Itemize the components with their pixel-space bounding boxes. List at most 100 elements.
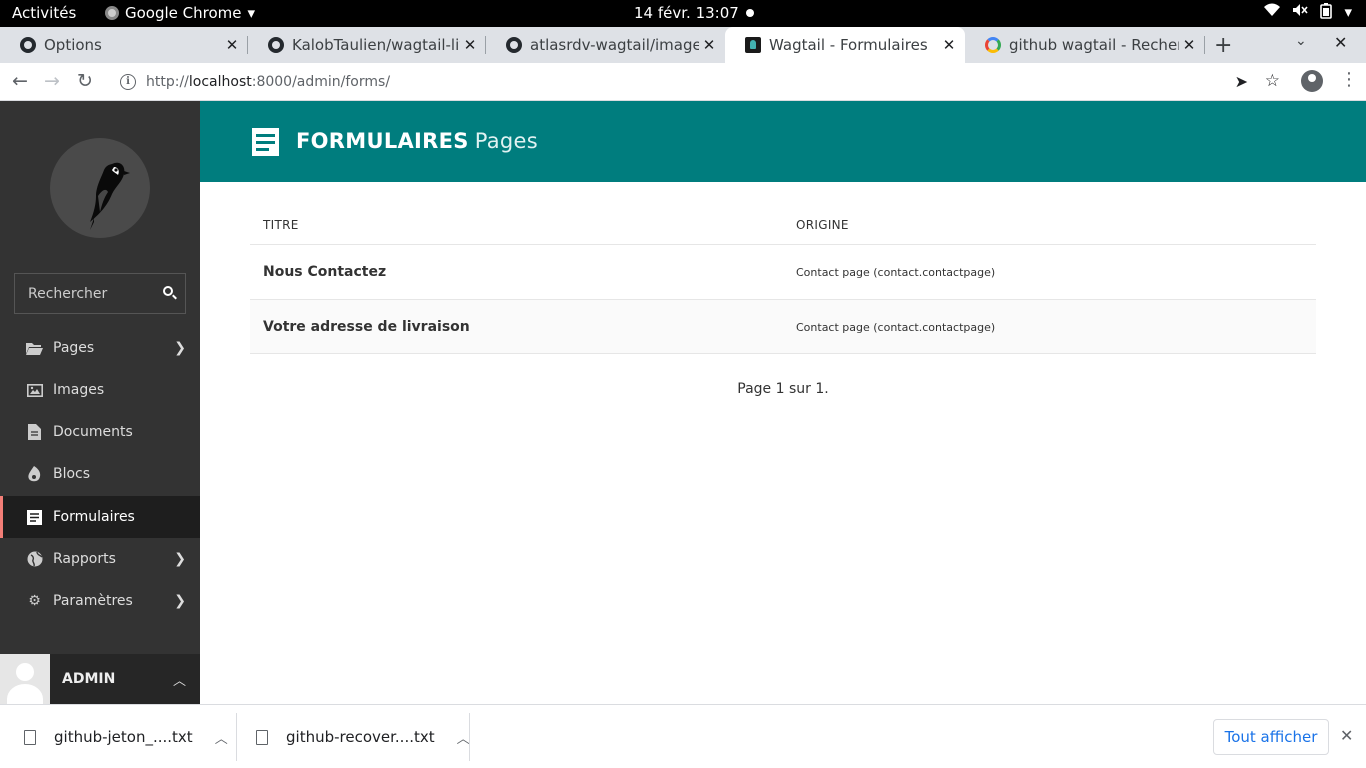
power-menu-chevron-icon: ▾ — [1344, 3, 1352, 21]
sidebar-item-label: Formulaires — [53, 509, 135, 525]
url-host: localhost — [188, 74, 252, 90]
download-shelf: github-jeton_....txt ︿ github-recover...… — [0, 704, 1366, 768]
reload-button[interactable]: ↻ — [77, 70, 93, 92]
github-icon — [268, 37, 284, 53]
file-icon — [24, 729, 36, 745]
sidebar-item-pages[interactable]: Pages ❯ — [0, 327, 200, 369]
download-item[interactable]: github-recover....txt ︿ — [256, 705, 470, 768]
forward-button[interactable]: → — [44, 70, 60, 92]
search-icon[interactable] — [163, 286, 173, 296]
app-name: Google Chrome — [125, 4, 242, 22]
table-row: Votre adresse de livraison Contact page … — [250, 299, 1316, 354]
system-tray[interactable]: ▾ — [1264, 3, 1352, 23]
chevron-up-icon[interactable]: ︿ — [457, 728, 470, 747]
close-icon[interactable]: ✕ — [460, 36, 480, 54]
browser-toolbar: ← → ↻ i http://localhost:8000/admin/form… — [0, 63, 1366, 101]
sidebar-item-documents[interactable]: Documents — [0, 411, 200, 453]
column-header-origine: ORIGINE — [796, 218, 849, 232]
close-icon[interactable]: ✕ — [1179, 36, 1199, 54]
download-filename: github-recover....txt — [286, 728, 435, 746]
back-button[interactable]: ← — [12, 70, 28, 92]
sidebar-item-label: Paramètres — [53, 593, 133, 609]
file-icon — [256, 729, 268, 745]
divider — [469, 713, 470, 761]
close-icon[interactable]: ✕ — [699, 36, 719, 54]
close-icon[interactable]: ✕ — [939, 36, 959, 54]
app-menu[interactable]: Google Chrome ▾ — [105, 4, 255, 22]
form-title-link[interactable]: Nous Contactez — [263, 264, 386, 280]
tab-label: Wagtail - Formulaires — [769, 36, 928, 54]
close-icon[interactable]: ✕ — [222, 36, 242, 54]
tab-options[interactable]: Options ✕ — [0, 27, 248, 63]
table-divider — [250, 353, 1316, 354]
url-scheme: http:// — [146, 74, 189, 90]
account-menu-toggle[interactable]: ADMIN ︿ — [0, 654, 200, 704]
table-row: Nous Contactez Contact page (contact.con… — [250, 244, 1316, 299]
download-filename: github-jeton_....txt — [54, 728, 193, 746]
chevron-right-icon: ❯ — [174, 593, 186, 609]
search-placeholder: Rechercher — [28, 285, 108, 302]
activities-button[interactable]: Activités — [12, 4, 76, 22]
globe-icon — [26, 551, 43, 568]
cogs-icon: ⚙ — [28, 593, 41, 609]
tab-strip: Options ✕ KalobTaulien/wagtail-live ✕ at… — [0, 27, 1366, 63]
sidebar-item-formulaires[interactable]: Formulaires — [0, 496, 200, 538]
chevron-up-icon: ︿ — [172, 674, 186, 689]
clock[interactable]: 14 févr. 13:07 — [634, 4, 739, 22]
sidebar-item-label: Pages — [53, 340, 95, 356]
tab-label: Options — [44, 36, 102, 54]
browser-menu-icon[interactable]: ⋮ — [1340, 69, 1358, 90]
bookmark-star-icon[interactable]: ☆ — [1265, 71, 1280, 91]
pagination-status: Page 1 sur 1. — [737, 381, 829, 397]
chevron-up-icon[interactable]: ︿ — [215, 728, 228, 747]
sidebar-item-label: Rapports — [53, 551, 116, 567]
form-origin: Contact page (contact.contactpage) — [796, 266, 996, 279]
window-close-button[interactable]: ✕ — [1334, 33, 1347, 52]
column-header-titre: TITRE — [263, 218, 299, 232]
notification-dot — [746, 9, 754, 17]
wifi-icon — [1264, 3, 1281, 23]
sidebar-search-input[interactable]: Rechercher — [14, 273, 186, 314]
tab-atlasrdv[interactable]: atlasrdv-wagtail/images a ✕ — [486, 27, 725, 63]
close-icon[interactable]: ✕ — [1340, 726, 1353, 745]
wagtail-logo[interactable] — [50, 138, 150, 238]
chevron-right-icon: ❯ — [174, 551, 186, 567]
address-bar[interactable]: i http://localhost:8000/admin/forms/ ➤ ☆ — [108, 66, 1288, 98]
sidebar-item-parametres[interactable]: ⚙ Paramètres ❯ — [0, 580, 200, 622]
profile-avatar-icon[interactable] — [1301, 70, 1323, 92]
tab-label: KalobTaulien/wagtail-live — [292, 36, 460, 54]
folder-open-icon — [26, 340, 43, 357]
page-subtitle: Pages — [474, 129, 538, 153]
volume-muted-icon — [1292, 3, 1309, 23]
tab-search-chevron-icon[interactable]: ⌄ — [1295, 33, 1307, 49]
new-tab-button[interactable]: + — [1214, 33, 1232, 58]
wagtail-sidebar: Rechercher Pages ❯ Images Documents Bloc… — [0, 101, 200, 704]
divider — [236, 713, 237, 761]
sidebar-item-label: Documents — [53, 424, 133, 440]
github-icon — [506, 37, 522, 53]
account-name: ADMIN — [62, 671, 116, 687]
info-icon[interactable]: i — [120, 74, 136, 90]
document-icon — [26, 424, 43, 441]
tab-label: github wagtail - Recherch — [1009, 36, 1179, 54]
send-icon[interactable]: ➤ — [1235, 72, 1248, 91]
sidebar-item-images[interactable]: Images — [0, 369, 200, 411]
tab-wagtail-live[interactable]: KalobTaulien/wagtail-live ✕ — [248, 27, 486, 63]
form-title-link[interactable]: Votre adresse de livraison — [263, 319, 470, 335]
system-top-bar: Activités Google Chrome ▾ 14 févr. 13:07… — [0, 0, 1366, 27]
form-origin: Contact page (contact.contactpage) — [796, 321, 996, 334]
battery-icon — [1320, 3, 1333, 23]
sidebar-item-blocs[interactable]: Blocs — [0, 453, 200, 495]
form-icon — [26, 509, 43, 526]
download-item[interactable]: github-jeton_....txt ︿ — [24, 705, 228, 768]
avatar — [0, 654, 50, 704]
google-icon — [985, 37, 1001, 53]
show-all-downloads-button[interactable]: Tout afficher — [1213, 719, 1329, 755]
sidebar-item-rapports[interactable]: Rapports ❯ — [0, 538, 200, 580]
page-title-text: FORMULAIRES — [296, 129, 469, 153]
chevron-right-icon: ❯ — [174, 340, 186, 356]
image-icon — [26, 382, 43, 399]
github-icon — [20, 37, 36, 53]
tab-google-search[interactable]: github wagtail - Recherch ✕ — [965, 27, 1205, 63]
tab-wagtail-formulaires[interactable]: Wagtail - Formulaires ✕ — [725, 27, 965, 63]
